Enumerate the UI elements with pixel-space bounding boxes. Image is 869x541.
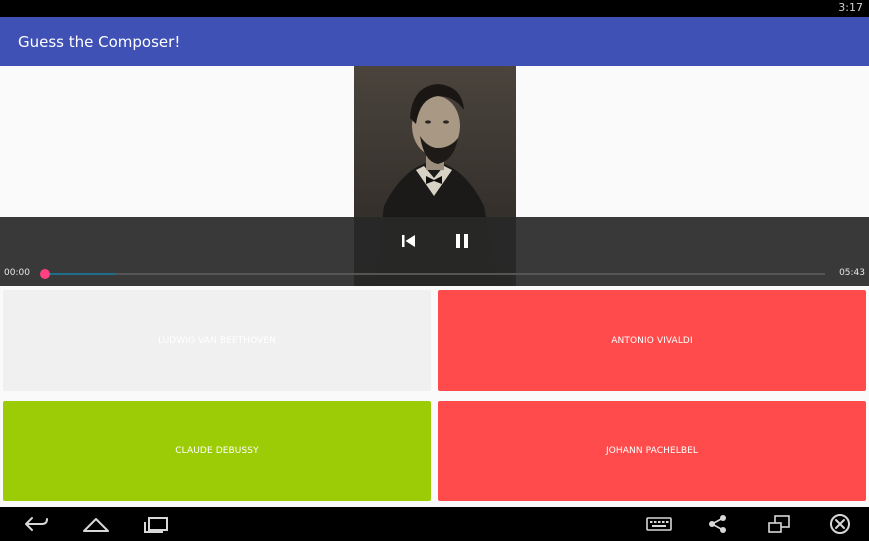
navigation-bar xyxy=(0,507,869,541)
status-time: 3:17 xyxy=(838,1,863,14)
media-controls: 00:00 05:43 xyxy=(0,217,869,286)
status-bar: 3:17 xyxy=(0,0,869,17)
home-icon[interactable] xyxy=(81,513,111,539)
back-icon[interactable] xyxy=(22,513,50,539)
video-player[interactable]: 00:00 05:43 xyxy=(0,66,869,286)
app-bar: Guess the Composer! xyxy=(0,17,869,66)
seek-buffer xyxy=(45,273,116,275)
pause-icon[interactable] xyxy=(449,230,475,252)
app-title: Guess the Composer! xyxy=(18,33,181,51)
keyboard-icon[interactable] xyxy=(645,513,673,539)
main-content: 00:00 05:43 LUDWIG VAN BEETHOVEN ANTONIO… xyxy=(0,66,869,507)
answer-button-1[interactable]: LUDWIG VAN BEETHOVEN xyxy=(3,290,431,391)
total-time: 05:43 xyxy=(839,268,865,278)
seek-thumb[interactable] xyxy=(40,269,50,279)
answer-button-2[interactable]: ANTONIO VIVALDI xyxy=(438,290,866,391)
seek-bar[interactable] xyxy=(40,269,825,279)
close-icon[interactable] xyxy=(826,513,854,539)
share-icon[interactable] xyxy=(705,513,731,539)
skip-previous-icon[interactable] xyxy=(396,230,422,252)
current-time: 00:00 xyxy=(4,268,30,278)
answer-button-4[interactable]: JOHANN PACHELBEL xyxy=(438,401,866,501)
recents-icon[interactable] xyxy=(141,513,171,539)
screen-rotate-icon[interactable] xyxy=(765,513,793,539)
answer-button-3[interactable]: CLAUDE DEBUSSY xyxy=(3,401,431,501)
answer-grid: LUDWIG VAN BEETHOVEN ANTONIO VIVALDI CLA… xyxy=(0,286,869,507)
